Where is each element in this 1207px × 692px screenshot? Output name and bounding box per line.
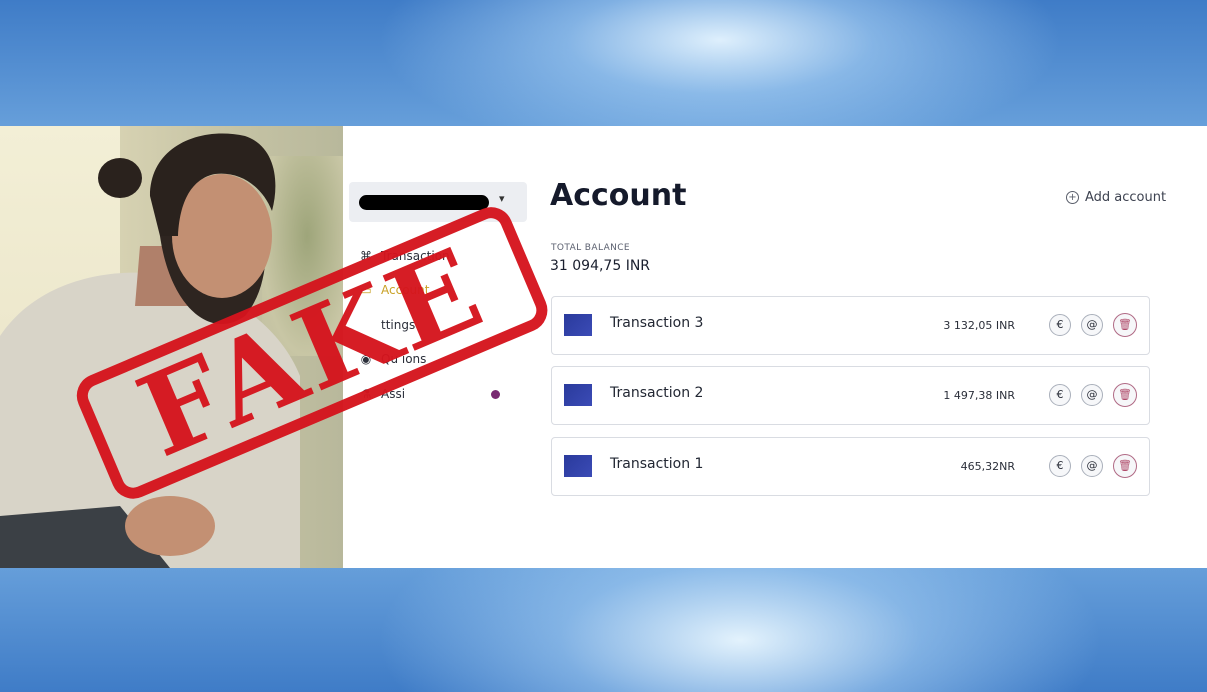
notification-dot — [491, 390, 500, 399]
transaction-row[interactable]: Transaction 2 1 497,38 INR € @ 🗑 — [551, 366, 1150, 425]
transaction-amount: 1 497,38 INR — [943, 389, 1015, 402]
transaction-name: Transaction 3 — [610, 315, 704, 331]
main-content: Account + Add account TOTAL BALANCE 31 0… — [550, 126, 1170, 568]
transaction-amount: 3 132,05 INR — [943, 319, 1015, 332]
total-balance-label: TOTAL BALANCE — [551, 243, 631, 253]
plus-circle-icon: + — [1066, 191, 1079, 204]
transaction-amount: 465,32NR — [960, 460, 1015, 473]
exchange-icon[interactable]: € — [1049, 384, 1071, 406]
page-title: Account — [550, 178, 687, 213]
total-balance-value: 31 094,75 INR — [550, 258, 651, 274]
transaction-row[interactable]: Transaction 3 3 132,05 INR € @ 🗑 — [551, 296, 1150, 355]
add-account-button[interactable]: + Add account — [1066, 190, 1166, 205]
exchange-icon[interactable]: € — [1049, 314, 1071, 336]
transaction-row[interactable]: Transaction 1 465,32NR € @ 🗑 — [551, 437, 1150, 496]
delete-icon[interactable]: 🗑 — [1113, 313, 1137, 337]
add-account-label: Add account — [1085, 190, 1167, 205]
card-thumbnail — [564, 384, 592, 406]
chevron-down-icon[interactable]: ▾ — [499, 192, 505, 205]
transaction-name: Transaction 1 — [610, 456, 704, 472]
delete-icon[interactable]: 🗑 — [1113, 383, 1137, 407]
exchange-icon[interactable]: € — [1049, 455, 1071, 477]
mention-icon[interactable]: @ — [1081, 314, 1103, 336]
card-thumbnail — [564, 314, 592, 336]
transaction-name: Transaction 2 — [610, 385, 704, 401]
mention-icon[interactable]: @ — [1081, 455, 1103, 477]
mention-icon[interactable]: @ — [1081, 384, 1103, 406]
card-thumbnail — [564, 455, 592, 477]
redacted-account-name — [359, 195, 489, 210]
delete-icon[interactable]: 🗑 — [1113, 454, 1137, 478]
